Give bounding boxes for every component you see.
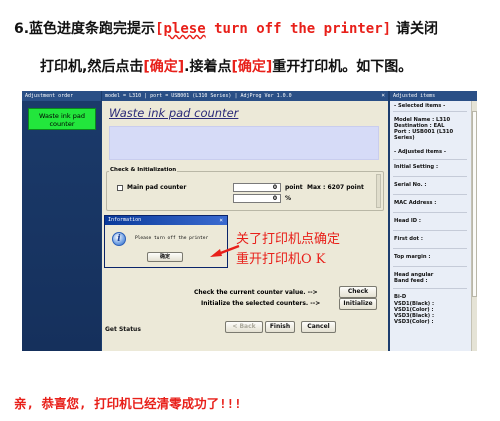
instruction-line-2: 打印机,然后点击[确定].接着点[确定]重开打印机。如下图。	[40, 56, 412, 76]
dialog-message: Please turn off the printer	[135, 236, 209, 241]
divider	[393, 230, 467, 231]
progress-area	[109, 126, 379, 160]
instruction-message-plese: plese	[163, 21, 206, 37]
instruction-suffix: 请关闭	[391, 21, 438, 37]
instruction-bracket-close: ]	[382, 21, 392, 37]
divider	[393, 212, 467, 213]
divider	[393, 194, 467, 195]
instruction-part-a: 打印机,然后点击	[40, 59, 144, 75]
information-dialog: Information × i Please turn off the print…	[104, 215, 228, 268]
port-series: Series)	[394, 135, 415, 141]
check-button[interactable]: Check	[339, 286, 377, 298]
main-pad-checkbox[interactable]	[117, 184, 123, 191]
page-title: Waste ink pad counter	[109, 106, 239, 120]
serial-no: Serial No. :	[394, 182, 427, 188]
divider	[393, 111, 467, 112]
group-scrollbar[interactable]	[376, 174, 381, 208]
vsd3-color: VSD3(Color) :	[394, 319, 434, 325]
max-label: Max : 6207 point	[307, 184, 364, 191]
cancel-button[interactable]: Cancel	[301, 321, 336, 333]
instruction-line-1: 6.蓝色进度条跑完提示[plese turn off the printer] …	[14, 18, 438, 38]
dialog-title: Information	[108, 217, 142, 223]
point-value-field: 0	[233, 183, 281, 192]
divider	[393, 159, 467, 160]
initial-setting: Initial Setting :	[394, 164, 439, 170]
head-id: Head ID :	[394, 218, 421, 224]
band-feed: Band feed :	[394, 278, 428, 284]
top-margin: Top margin :	[394, 254, 431, 260]
divider	[393, 176, 467, 177]
adjustment-order-panel: Waste ink pad counter	[22, 101, 101, 351]
back-button[interactable]: < Back	[225, 321, 263, 333]
close-icon[interactable]: ×	[381, 91, 385, 101]
scrollbar-thumb[interactable]	[472, 111, 477, 297]
sidebar-item-waste-ink-pad-counter[interactable]: Waste ink pad counter	[28, 108, 96, 130]
selected-items-header: - Selected items -	[394, 103, 446, 109]
finish-button[interactable]: Finish	[265, 321, 295, 333]
adjusted-items-header: - Adjusted items -	[394, 149, 446, 155]
adjustment-program-screenshot: Adjustment order model = L310 | port = U…	[22, 91, 477, 351]
annotation-line-2: 重开打印机O K	[236, 252, 326, 267]
adjusted-items-panel: - Selected items - Model Name : L310 Des…	[390, 101, 477, 351]
percent-value-field: 0	[233, 194, 281, 203]
main-pad-row: Main pad counter	[117, 184, 186, 191]
left-titlebar: Adjustment order	[22, 91, 101, 101]
mac-address: MAC Address :	[394, 200, 437, 206]
instruction-part-c: 重开打印机。如下图。	[272, 59, 413, 75]
point-unit: point	[285, 184, 303, 191]
instruction-confirm-1: [确定]	[143, 59, 185, 75]
check-prompt: Check the current counter value. -->	[194, 289, 318, 296]
initialize-button[interactable]: Initialize	[339, 298, 377, 310]
main-titlebar: model = L310 | port = USB001 (L310 Serie…	[102, 91, 388, 101]
divider	[393, 266, 467, 267]
check-initialization-group: Check & Initialization Main pad counter …	[106, 167, 384, 211]
divider	[393, 248, 467, 249]
initialize-prompt: Initialize the selected counters. -->	[201, 300, 321, 307]
main-pad-label: Main pad counter	[127, 184, 187, 191]
instruction-confirm-2: [确定]	[231, 59, 273, 75]
get-status-button[interactable]: Get Status	[105, 325, 141, 337]
close-icon[interactable]: ×	[219, 216, 223, 225]
success-message: 亲, 恭喜您, 打印机已经清零成功了!!!	[14, 396, 242, 411]
dialog-titlebar: Information ×	[105, 216, 227, 225]
annotation-line-1: 关了打印机点确定	[236, 232, 341, 247]
group-title: Check & Initialization	[109, 167, 178, 173]
bi-d: Bi-D	[394, 294, 407, 300]
instruction-bracket-open: [	[155, 21, 164, 37]
instruction-prefix: 6.蓝色进度条跑完提示	[14, 21, 156, 37]
first-dot: First dot :	[394, 236, 423, 242]
divider	[393, 288, 467, 289]
right-titlebar: Adjusted items	[390, 91, 477, 101]
red-annotation: 关了打印机点确定 重开打印机O K	[236, 230, 340, 270]
percent-unit: %	[285, 195, 292, 202]
ok-button[interactable]: 确定	[147, 252, 183, 262]
main-titlebar-text: model = L310 | port = USB001 (L310 Serie…	[105, 93, 292, 99]
instruction-part-b: .接着点	[184, 59, 232, 75]
right-scrollbar[interactable]	[471, 101, 477, 351]
instruction-message-rest: turn off the printer	[205, 21, 383, 37]
info-icon: i	[112, 232, 126, 246]
